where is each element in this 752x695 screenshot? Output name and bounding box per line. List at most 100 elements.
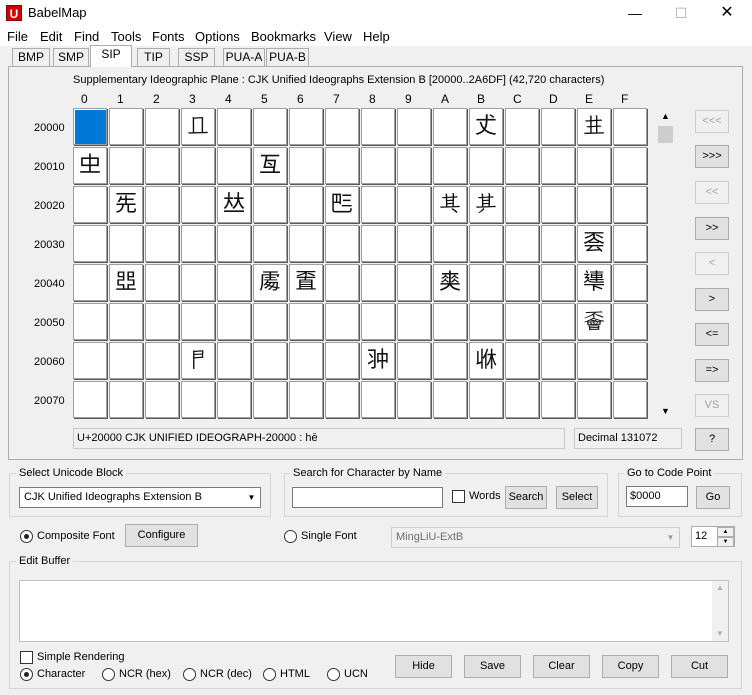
character-cell[interactable]: 𠁠 <box>73 342 107 379</box>
character-cell[interactable]: 𠁧 <box>325 342 359 379</box>
character-cell[interactable]: 𠁱 <box>109 381 143 418</box>
select-button[interactable]: Select <box>556 486 598 509</box>
clear-button[interactable]: Clear <box>533 655 590 678</box>
character-cell[interactable]: 𠁘 <box>361 303 395 340</box>
codepoint-input[interactable]: $0000 <box>626 486 688 507</box>
character-cell[interactable]: 𠀫 <box>469 186 503 223</box>
search-button[interactable]: Search <box>505 486 547 509</box>
composite-font-radio[interactable] <box>20 530 33 543</box>
menu-tools[interactable]: Tools <box>111 29 141 44</box>
character-cell[interactable]: 𠁮 <box>577 342 611 379</box>
tab-pua-b[interactable]: PUA-B <box>266 48 309 66</box>
words-checkbox[interactable] <box>452 490 465 503</box>
character-cell[interactable]: 𠁰 <box>73 381 107 418</box>
format-radio-ncr-dec[interactable] <box>183 668 196 681</box>
character-cell[interactable]: 𠀳 <box>181 225 215 262</box>
character-cell[interactable]: 𠁓 <box>181 303 215 340</box>
character-cell[interactable]: 𠁙 <box>397 303 431 340</box>
character-cell[interactable]: 𠁀 <box>73 264 107 301</box>
character-cell[interactable]: 𠀕 <box>253 147 287 184</box>
character-cell[interactable]: 𠀆 <box>289 108 323 145</box>
character-cell[interactable]: 𠁆 <box>289 264 323 301</box>
character-cell[interactable]: 𠀎 <box>577 108 611 145</box>
character-cell[interactable]: 𠀻 <box>469 225 503 262</box>
format-radio-html[interactable] <box>263 668 276 681</box>
prev-row-button[interactable]: < <box>695 252 729 275</box>
maximize-button[interactable]: ☐ <box>658 0 704 26</box>
character-cell[interactable]: 𠁒 <box>145 303 179 340</box>
character-cell[interactable]: 𠀌 <box>505 108 539 145</box>
character-cell[interactable]: 𠀾 <box>577 225 611 262</box>
character-cell[interactable]: 𠁣 <box>181 342 215 379</box>
character-cell[interactable]: 𠀟 <box>613 147 647 184</box>
format-radio-ncr-hex[interactable] <box>102 668 115 681</box>
tab-ssp[interactable]: SSP <box>178 48 215 66</box>
help-button[interactable]: ? <box>695 428 729 451</box>
character-cell[interactable]: 𠀲 <box>145 225 179 262</box>
menu-options[interactable]: Options <box>195 29 240 44</box>
size-down-icon[interactable]: ▼ <box>717 537 734 547</box>
character-cell[interactable]: 𠀺 <box>433 225 467 262</box>
chevron-down-icon[interactable]: ▼ <box>663 529 678 546</box>
unicode-block-select[interactable]: CJK Unified Ideographs Extension B ▼ <box>19 487 261 508</box>
format-radio-ucn[interactable] <box>327 668 340 681</box>
simple-rendering-checkbox[interactable] <box>20 651 33 664</box>
character-cell[interactable]: 𠁑 <box>109 303 143 340</box>
character-cell[interactable]: 𠀇 <box>325 108 359 145</box>
character-cell[interactable]: 𠁤 <box>217 342 251 379</box>
character-cell[interactable]: 𠀃 <box>181 108 215 145</box>
menu-file[interactable]: File <box>7 29 28 44</box>
grid-scrollbar[interactable] <box>657 108 674 420</box>
configure-button[interactable]: Configure <box>125 524 198 547</box>
character-cell[interactable]: 𠁥 <box>253 342 287 379</box>
character-cell[interactable]: 𠀵 <box>253 225 287 262</box>
character-cell[interactable]: 𠀛 <box>469 147 503 184</box>
character-cell[interactable]: 𠁨 <box>361 342 395 379</box>
character-cell[interactable]: 𠁅 <box>253 264 287 301</box>
character-cell[interactable]: 𠁩 <box>397 342 431 379</box>
character-cell[interactable]: 𠁬 <box>505 342 539 379</box>
forward-button[interactable]: => <box>695 359 729 382</box>
go-button[interactable]: Go <box>696 486 730 509</box>
character-cell[interactable]: 𠁢 <box>145 342 179 379</box>
menu-edit[interactable]: Edit <box>40 29 62 44</box>
character-cell[interactable]: 𠁋 <box>469 264 503 301</box>
hide-button[interactable]: Hide <box>395 655 452 678</box>
character-cell[interactable]: 𠁡 <box>109 342 143 379</box>
character-cell[interactable]: 𠀼 <box>505 225 539 262</box>
character-cell[interactable]: 𠁸 <box>361 381 395 418</box>
variation-selector-button[interactable]: VS <box>695 394 729 417</box>
character-cell[interactable]: 𠁜 <box>505 303 539 340</box>
character-cell[interactable]: 𠀍 <box>541 108 575 145</box>
character-cell[interactable]: 𠁎 <box>577 264 611 301</box>
menu-find[interactable]: Find <box>74 29 99 44</box>
scroll-up-arrow-icon[interactable]: ▲ <box>657 108 674 125</box>
search-input[interactable] <box>292 487 443 508</box>
cut-button[interactable]: Cut <box>671 655 728 678</box>
character-cell[interactable]: 𠁔 <box>217 303 251 340</box>
character-cell[interactable]: 𠁌 <box>505 264 539 301</box>
character-cell[interactable]: 𠀐 <box>73 147 107 184</box>
character-cell[interactable]: 𠀝 <box>541 147 575 184</box>
character-cell[interactable]: 𠀘 <box>361 147 395 184</box>
size-up-icon[interactable]: ▲ <box>717 527 734 537</box>
character-cell[interactable]: 𠁽 <box>541 381 575 418</box>
tab-sip[interactable]: SIP <box>90 45 132 67</box>
character-cell[interactable]: 𠁪 <box>433 342 467 379</box>
character-cell[interactable]: 𠁯 <box>613 342 647 379</box>
character-cell[interactable]: 𠁄 <box>217 264 251 301</box>
scroll-down-arrow-icon[interactable]: ▼ <box>657 403 674 420</box>
character-cell[interactable]: 𠀅 <box>253 108 287 145</box>
character-cell[interactable]: 𠁹 <box>397 381 431 418</box>
character-cell[interactable]: 𠀓 <box>181 147 215 184</box>
character-cell[interactable]: 𠁁 <box>109 264 143 301</box>
character-cell[interactable]: 𠀚 <box>433 147 467 184</box>
character-cell[interactable]: 𠀥 <box>253 186 287 223</box>
character-cell[interactable]: 𠀭 <box>541 186 575 223</box>
character-cell[interactable]: 𠁝 <box>541 303 575 340</box>
character-cell[interactable]: 𠁗 <box>325 303 359 340</box>
scroll-up-arrow-icon[interactable]: ▲ <box>712 583 728 592</box>
tab-smp[interactable]: SMP <box>53 48 89 66</box>
minimize-button[interactable]: — <box>612 0 658 26</box>
character-cell[interactable]: 𠀴 <box>217 225 251 262</box>
